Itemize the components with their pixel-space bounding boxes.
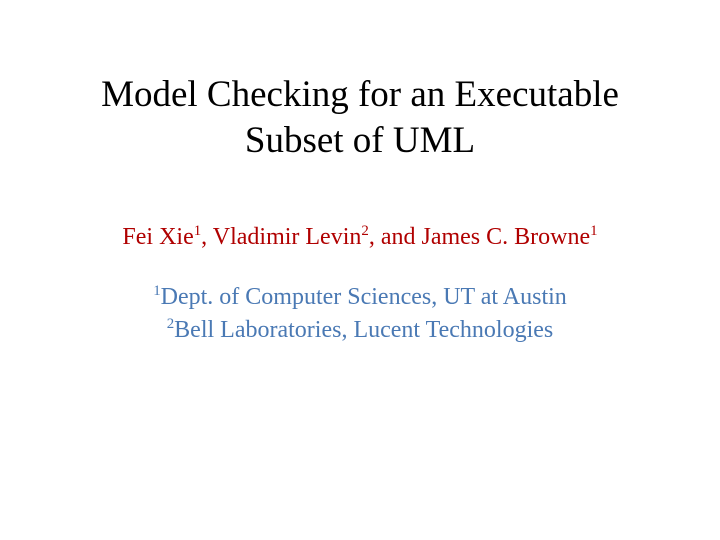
author-1-name: Fei Xie — [122, 224, 193, 250]
author-3-sup: 1 — [590, 223, 597, 239]
author-3-name: James C. Browne — [421, 224, 590, 250]
affiliations: 1Dept. of Computer Sciences, UT at Austi… — [0, 281, 720, 348]
author-sep-1: , — [201, 224, 213, 250]
title-line-1: Model Checking for an Executable — [101, 74, 619, 115]
title-line-2: Subset of UML — [245, 120, 475, 161]
affil-2-text: Bell Laboratories, Lucent Technologies — [174, 317, 553, 343]
author-2-sup: 2 — [361, 223, 368, 239]
slide-title: Model Checking for an Executable Subset … — [0, 0, 720, 165]
affil-1-sup: 1 — [153, 283, 160, 299]
author-2-name: Vladimir Levin — [213, 224, 362, 250]
author-sep-2: , and — [369, 224, 422, 250]
affiliation-2: 2Bell Laboratories, Lucent Technologies — [0, 314, 720, 348]
authors-line: Fei Xie 1, Vladimir Levin2, and James C. … — [0, 221, 720, 253]
affil-1-text: Dept. of Computer Sciences, UT at Austin — [161, 284, 567, 310]
slide: Model Checking for an Executable Subset … — [0, 0, 720, 540]
affiliation-1: 1Dept. of Computer Sciences, UT at Austi… — [0, 281, 720, 315]
